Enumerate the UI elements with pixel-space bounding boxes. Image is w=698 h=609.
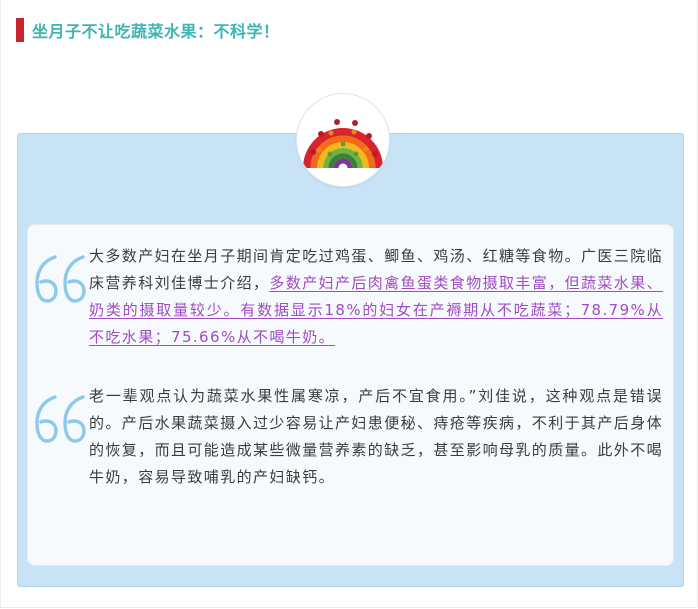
- accent-bar: [16, 18, 24, 42]
- quote-paragraph-1: 大多数产妇在坐月子期间肯定吃过鸡蛋、鲫鱼、鸡汤、红糖等食物。广医三院临床营养科刘…: [89, 243, 663, 351]
- rainbow-vegetables-icon: [297, 94, 389, 186]
- quote-block-1: 大多数产妇在坐月子期间肯定吃过鸡蛋、鲫鱼、鸡汤、红糖等食物。广医三院临床营养科刘…: [33, 243, 663, 351]
- quote-paragraph-2: 老一辈观点认为蔬菜水果性属寒凉，产后不宜食用。”刘佳说，这种观点是错误的。产后水…: [89, 387, 664, 486]
- quote-mark-icon: [35, 255, 86, 303]
- page-title: 坐月子不让吃蔬菜水果：不科学！: [32, 22, 280, 41]
- header: 坐月子不让吃蔬菜水果：不科学！: [16, 18, 280, 42]
- quote-mark-icon: [35, 395, 86, 443]
- quote-block-2: 老一辈观点认为蔬菜水果性属寒凉，产后不宜食用。”刘佳说，这种观点是错误的。产后水…: [33, 383, 663, 491]
